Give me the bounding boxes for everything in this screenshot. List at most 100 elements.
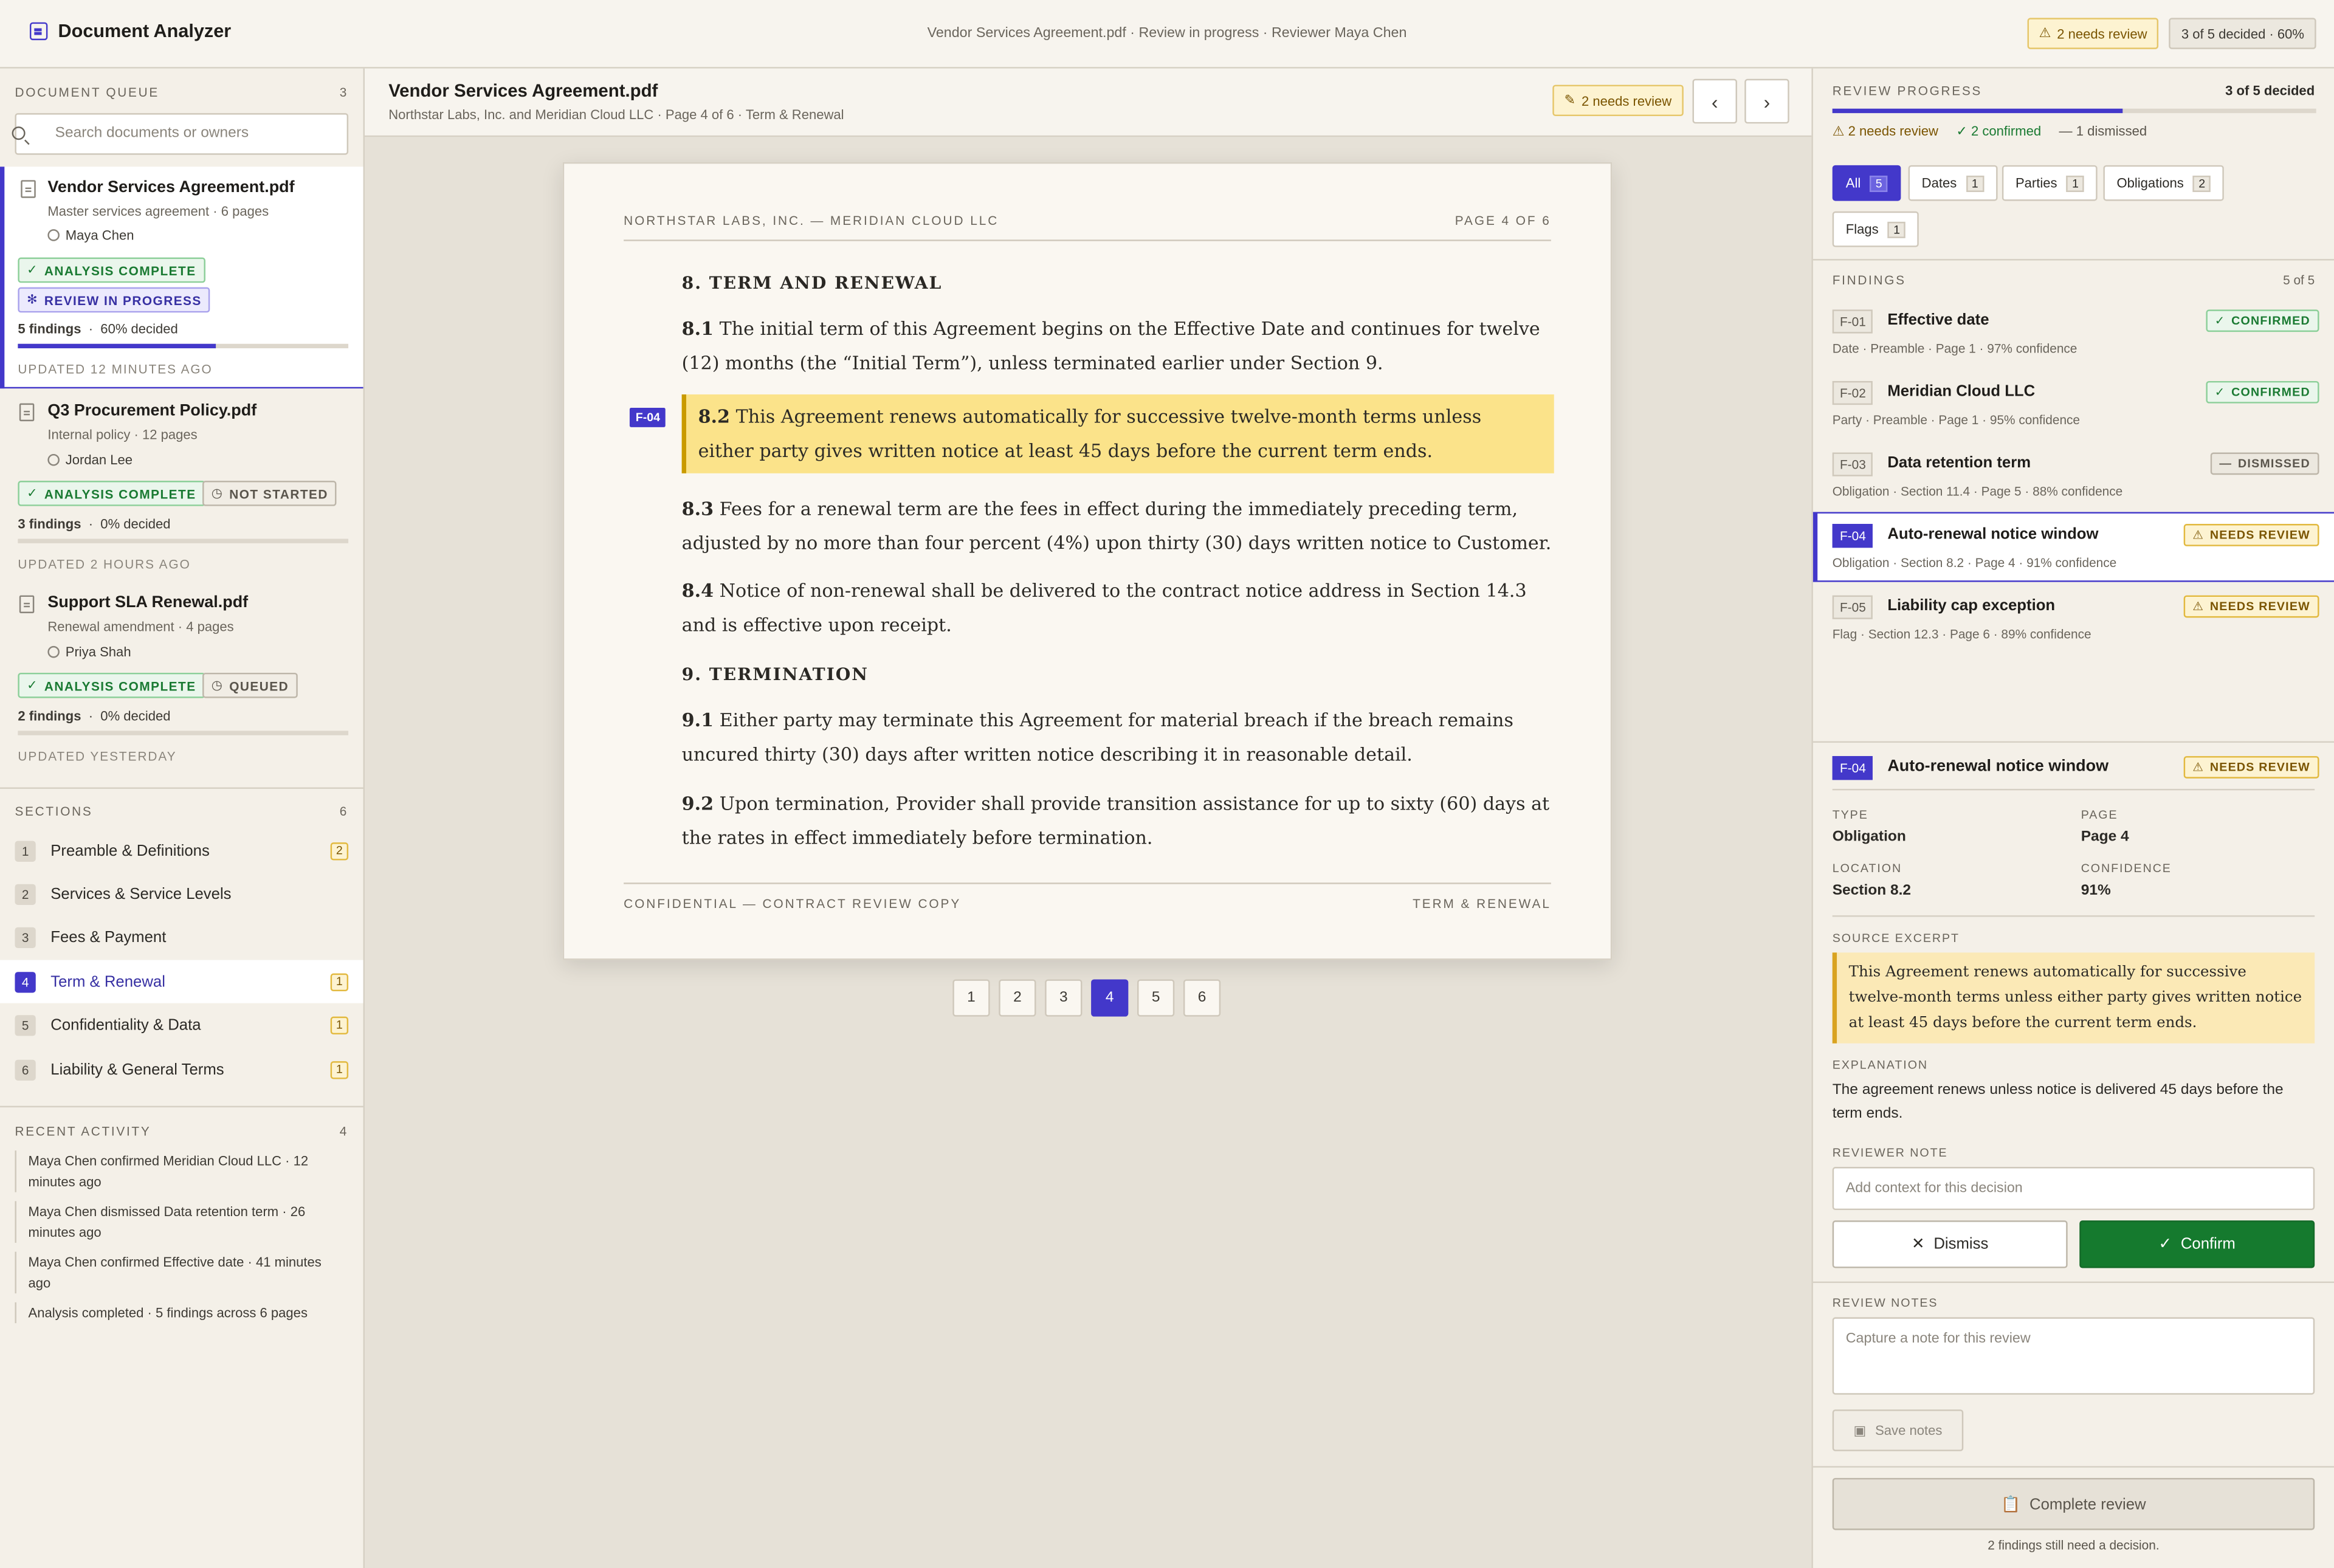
confirm-button[interactable]: ✓ Confirm (2079, 1220, 2315, 1268)
summary-confirmed: ✓ 2 confirmed (1956, 123, 2041, 140)
findings-count: 3 findings (18, 516, 81, 532)
page-label: PAGE (2081, 808, 2118, 822)
pen-icon: ✎ (1564, 92, 1576, 108)
activity-item: Analysis completed · 5 findings across 6… (15, 1302, 345, 1324)
finding-row-f05[interactable]: F-05 Liability cap exception Flag · Sect… (1813, 585, 2334, 655)
divider (1812, 259, 2334, 261)
badge-label: NOT STARTED (229, 486, 328, 501)
source-excerpt: This Agreement renews automatically for … (1832, 952, 2315, 1044)
activity-item: Maya Chen confirmed Effective date · 41 … (15, 1251, 345, 1294)
finding-row-f01[interactable]: F-01 Effective date Date · Preamble · Pa… (1813, 299, 2334, 369)
section-item-liability[interactable]: 6 Liability & General Terms 1 (0, 1048, 363, 1091)
queue-header: DOCUMENT QUEUE 3 (0, 85, 363, 100)
page-button-5[interactable]: 5 (1137, 979, 1175, 1017)
page-value: Page 4 (2081, 829, 2129, 846)
doc-title: Q3 Procurement Policy.pdf (47, 402, 257, 420)
filter-count: 1 (1965, 174, 1985, 191)
clause-8-2-highlight[interactable]: 8.2 This Agreement renews automatically … (681, 394, 1554, 473)
top-bar: Document Analyzer Vendor Services Agreem… (0, 0, 2334, 69)
activity-heading: RECENT ACTIVITY (15, 1123, 151, 1139)
decided-pill: 3 of 5 decided · 60% (2169, 18, 2316, 49)
page-button-6[interactable]: 6 (1183, 979, 1221, 1017)
clause-text: Notice of non-renewal shall be delivered… (681, 580, 1527, 636)
section-number: 5 (15, 1014, 36, 1036)
status-badge: ✓ ANALYSIS COMPLETE (18, 481, 205, 506)
queue-item-q3-procurement[interactable]: Q3 Procurement Policy.pdf Internal polic… (0, 388, 363, 582)
page-button-4[interactable]: 4 (1091, 979, 1129, 1017)
warning-icon: ⚠ (2192, 528, 2205, 542)
summary-needs-label: 2 needs review (1848, 123, 1938, 139)
close-icon: ✕ (1912, 1235, 1925, 1254)
save-icon: ▣ (1853, 1422, 1867, 1437)
queue-item-support-sla[interactable]: Support SLA Renewal.pdf Renewal amendmen… (0, 580, 363, 774)
detail-status-badge: ⚠ NEEDS REVIEW (2183, 756, 2319, 779)
viewer-header: Vendor Services Agreement.pdf Northstar … (365, 68, 1812, 137)
queue-item-vendor-services[interactable]: Vendor Services Agreement.pdf Master ser… (0, 167, 363, 389)
filter-parties[interactable]: Parties 1 (2002, 165, 2098, 201)
save-notes-button[interactable]: ▣ Save notes (1832, 1409, 1964, 1451)
section-item-fees[interactable]: 3 Fees & Payment (0, 915, 363, 958)
doc-owner: Jordan Lee (47, 452, 133, 467)
owner-name: Maya Chen (65, 227, 134, 243)
clause-8-4: 8.4 Notice of non-renewal shall be deliv… (682, 573, 1560, 643)
status-label: CONFIRMED (2231, 314, 2310, 328)
viewer-needs-review-pill[interactable]: ✎ 2 needs review (1552, 84, 1684, 117)
explanation-label: EXPLANATION (1832, 1058, 1929, 1072)
dismiss-button[interactable]: ✕ Dismiss (1832, 1220, 2068, 1268)
reviewer-note-input[interactable]: Add context for this decision (1832, 1167, 2315, 1211)
complete-review-label: Complete review (2029, 1495, 2146, 1513)
finding-row-f03[interactable]: F-03 Data retention term Obligation · Se… (1813, 442, 2334, 512)
explanation-text: The agreement renews unless notice is de… (1832, 1082, 2284, 1123)
section-label: Term & Renewal (50, 972, 165, 991)
finding-row-f04[interactable]: F-04 Auto-renewal notice window Obligati… (1812, 512, 2334, 582)
check-icon: ✓ (2214, 314, 2226, 328)
prev-page-button[interactable]: ‹ (1692, 78, 1737, 124)
doc-stats: 5 findings · 60% decided (18, 321, 178, 337)
clause-number: 8.1 (681, 317, 714, 340)
doc-owner: Maya Chen (47, 228, 134, 242)
user-icon (47, 229, 60, 241)
filter-count: 2 (2192, 174, 2211, 191)
queue-count: 3 (339, 84, 349, 100)
section-count-badge: 1 (330, 1060, 349, 1079)
section-number: 1 (15, 840, 36, 861)
save-notes-label: Save notes (1875, 1423, 1943, 1438)
search-input[interactable]: Search documents or owners (12, 113, 349, 155)
page-button-2[interactable]: 2 (999, 979, 1036, 1017)
complete-review-button[interactable]: 📋 Complete review (1832, 1477, 2315, 1530)
filter-obligations[interactable]: Obligations 2 (2103, 165, 2225, 201)
section-number: 2 (15, 883, 36, 904)
page-button-1[interactable]: 1 (952, 979, 990, 1017)
filter-flags[interactable]: Flags 1 (1832, 211, 1919, 247)
decided-percent: 0% decided (100, 516, 171, 532)
check-icon: ✓ (27, 677, 39, 692)
section-item-confidentiality[interactable]: 5 Confidentiality & Data 1 (0, 1003, 363, 1047)
clause-text: The initial term of this Agreement begin… (681, 318, 1540, 374)
dismiss-label: Dismiss (1933, 1235, 1989, 1254)
page-button-3[interactable]: 3 (1045, 979, 1083, 1017)
clock-icon: ◷ (211, 485, 224, 500)
section-label: Fees & Payment (50, 927, 167, 946)
review-context: Vendor Services Agreement.pdf · Review i… (927, 25, 1407, 42)
spinner-icon: ✻ (27, 292, 39, 307)
status-badge: ✻ REVIEW IN PROGRESS (18, 287, 211, 313)
next-page-button[interactable]: › (1744, 78, 1789, 124)
section-number: 3 (15, 926, 36, 947)
filter-dates[interactable]: Dates 1 (1908, 165, 1998, 201)
section-item-preamble[interactable]: 1 Preamble & Definitions 2 (0, 829, 363, 872)
warning-icon: ⚠ (2192, 599, 2205, 613)
section-item-term-renewal[interactable]: 4 Term & Renewal 1 (0, 960, 363, 1003)
doc-title: Vendor Services Agreement.pdf (47, 178, 295, 197)
section-item-services[interactable]: 2 Services & Service Levels (0, 872, 363, 915)
summary-confirmed-label: 2 confirmed (1971, 123, 2042, 139)
status-label: NEEDS REVIEW (2209, 760, 2310, 774)
sections-header: SECTIONS 6 (0, 803, 363, 818)
finding-tag[interactable]: F-04 (629, 408, 666, 427)
finding-row-f02[interactable]: F-02 Meridian Cloud LLC Party · Preamble… (1813, 371, 2334, 441)
review-notes-textarea[interactable]: Capture a note for this review (1832, 1317, 2315, 1395)
detail-finding-id: F-04 (1832, 756, 1874, 780)
summary-dismissed-label: 1 dismissed (2076, 123, 2147, 139)
user-icon (47, 645, 60, 658)
needs-review-pill[interactable]: ⚠ 2 needs review (2027, 18, 2160, 49)
filter-all[interactable]: All 5 (1832, 165, 1902, 201)
